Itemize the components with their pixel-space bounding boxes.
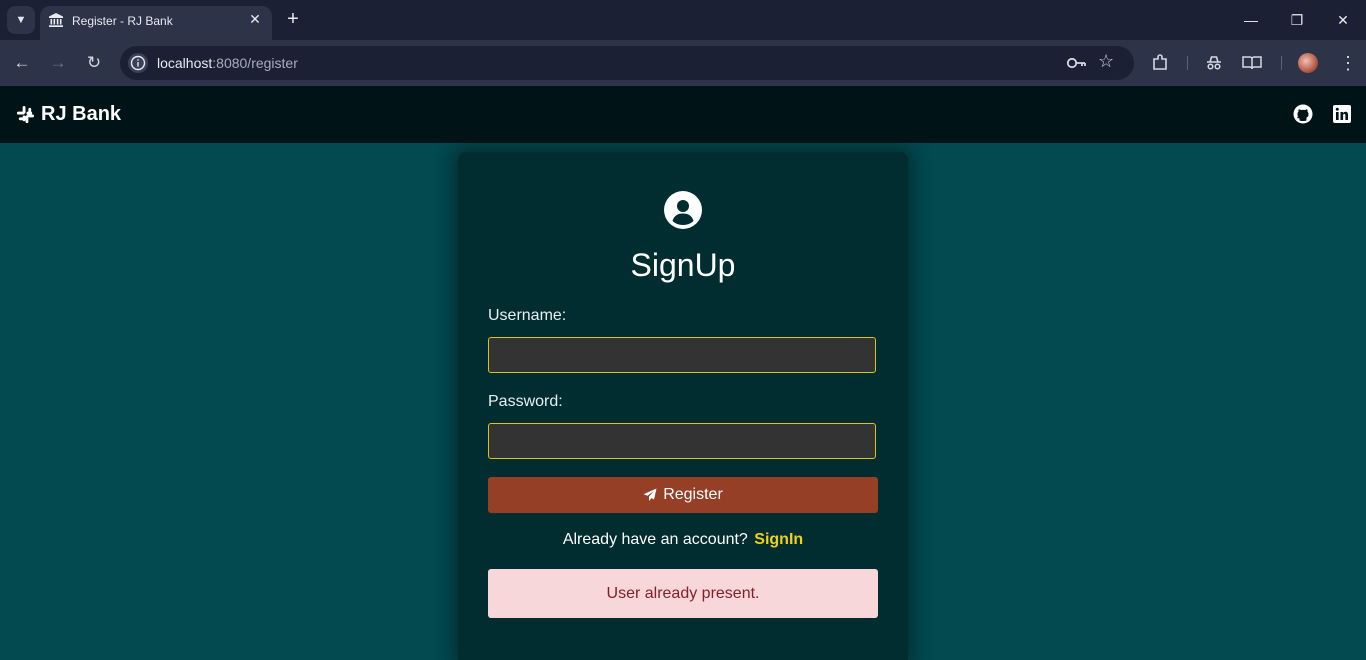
close-icon[interactable]: ✕ <box>246 10 264 28</box>
address-bar[interactable]: localhost:8080/register ☆ <box>120 46 1134 80</box>
register-button[interactable]: Register <box>488 477 878 513</box>
new-tab-button[interactable]: + <box>282 8 304 30</box>
url-host: localhost <box>157 55 213 71</box>
chevron-down-icon: ▼ <box>15 14 27 26</box>
signin-link[interactable]: SignIn <box>754 531 803 548</box>
user-circle-icon <box>664 191 702 229</box>
avatar[interactable] <box>1298 53 1318 73</box>
active-tab[interactable]: Register - RJ Bank ✕ <box>40 6 272 40</box>
info-icon <box>130 55 146 71</box>
tab-title: Register - RJ Bank <box>72 14 173 28</box>
kebab-icon[interactable]: ⋮ <box>1336 51 1360 75</box>
back-button[interactable]: ← <box>9 50 35 76</box>
tab-list-button[interactable]: ▼ <box>7 6 35 34</box>
github-icon[interactable] <box>1293 104 1313 124</box>
signin-prompt: Already have an account? SignIn <box>458 531 908 549</box>
error-alert: User already present. <box>488 569 878 618</box>
browser-tab-bar: ▼ Register - RJ Bank ✕ + — ❐ ✕ <box>0 0 1366 40</box>
signup-card: SignUp Username: Password: Register Alre… <box>458 152 908 660</box>
forward-button[interactable]: → <box>45 50 71 76</box>
register-label: Register <box>663 486 723 503</box>
restore-button[interactable]: ❐ <box>1285 8 1309 32</box>
puzzle-icon[interactable] <box>1150 53 1170 73</box>
book-icon[interactable] <box>1241 53 1263 73</box>
page-title: SignUp <box>630 247 736 283</box>
browser-toolbar: ← → ↻ localhost:8080/register ☆ ⋮ <box>0 40 1366 86</box>
brand-name: RJ Bank <box>41 103 122 125</box>
username-field[interactable] <box>488 337 876 373</box>
linkedin-icon[interactable] <box>1332 104 1352 124</box>
password-field[interactable] <box>488 423 876 459</box>
key-icon[interactable] <box>1066 55 1088 71</box>
brand[interactable]: RJ Bank <box>16 103 121 126</box>
url-text: localhost:8080/register <box>157 55 298 71</box>
slack-icon <box>16 105 35 124</box>
minimize-button[interactable]: — <box>1239 8 1263 32</box>
toolbar-separator <box>1281 56 1282 70</box>
username-label: Username: <box>488 307 567 324</box>
paper-plane-icon <box>643 488 657 501</box>
app-navbar: RJ Bank <box>0 86 1366 143</box>
site-info-button[interactable] <box>128 53 148 73</box>
toolbar-separator <box>1187 56 1188 70</box>
window-close-button[interactable]: ✕ <box>1331 8 1355 32</box>
url-path: :8080/register <box>212 55 298 71</box>
spy-icon[interactable] <box>1204 53 1224 73</box>
password-label: Password: <box>488 393 563 410</box>
signin-prompt-text: Already have an account? <box>562 531 748 548</box>
reload-button[interactable]: ↻ <box>81 50 107 76</box>
bank-icon <box>49 13 63 27</box>
star-icon[interactable]: ☆ <box>1098 51 1114 72</box>
